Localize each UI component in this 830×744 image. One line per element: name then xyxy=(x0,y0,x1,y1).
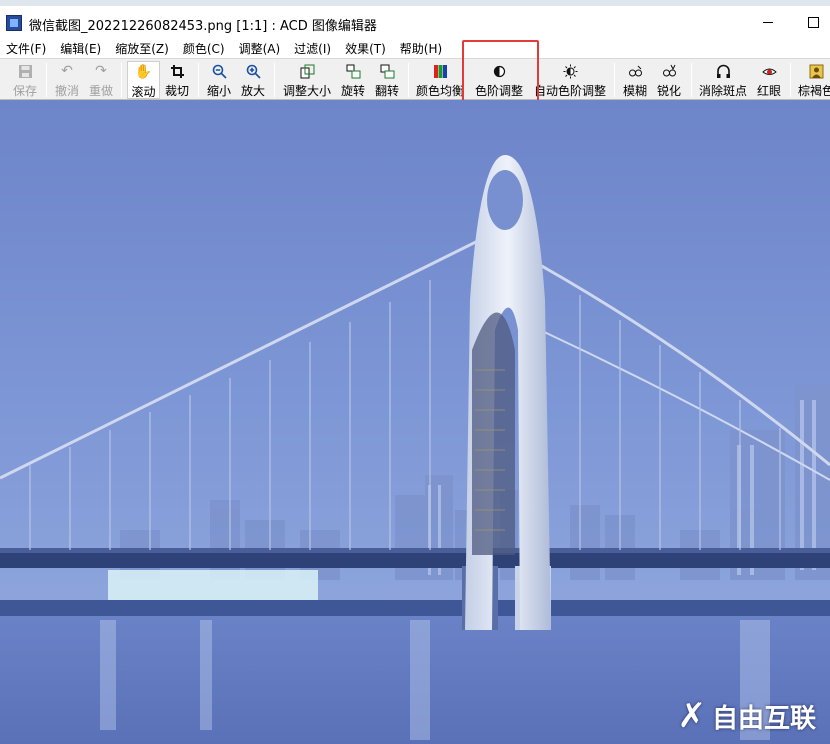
redo-button[interactable]: ↷ 重做 xyxy=(86,61,116,99)
red-eye-icon xyxy=(761,63,777,79)
zoom-out-button[interactable]: 缩小 xyxy=(204,61,234,99)
menu-help[interactable]: 帮助(H) xyxy=(394,40,450,57)
menu-color[interactable]: 颜色(C) xyxy=(177,40,233,57)
zoom-in-icon xyxy=(245,63,261,79)
save-button[interactable]: 保存 xyxy=(8,61,42,99)
levels-icon xyxy=(491,63,507,79)
zoom-in-button[interactable]: 放大 xyxy=(238,61,268,99)
flip-icon xyxy=(379,63,395,79)
hand-icon: ✋ xyxy=(134,64,153,80)
auto-levels-button[interactable]: 自动色阶调整 xyxy=(532,61,608,99)
levels-button[interactable]: 色阶调整 xyxy=(471,61,527,99)
sepia-button[interactable]: 棕褐色 xyxy=(796,61,830,99)
red-eye-button[interactable]: 红眼 xyxy=(754,61,784,99)
sharpen-icon xyxy=(661,63,677,79)
blur-icon xyxy=(627,63,643,79)
crop-icon xyxy=(169,63,185,79)
watermark-logo: ✗ 自由互联 xyxy=(677,696,816,736)
scroll-tool-button[interactable]: ✋ 滚动 xyxy=(127,61,160,99)
image-canvas[interactable]: ✗ 自由互联 xyxy=(0,100,830,744)
redo-icon: ↷ xyxy=(95,63,107,79)
remove-spots-button[interactable]: 消除斑点 xyxy=(697,61,749,99)
blur-button[interactable]: 模糊 xyxy=(620,61,650,99)
flip-button[interactable]: 翻转 xyxy=(372,61,402,99)
sharpen-button[interactable]: 锐化 xyxy=(654,61,684,99)
menu-adjust[interactable]: 调整(A) xyxy=(233,40,289,57)
menu-effects[interactable]: 效果(T) xyxy=(339,40,394,57)
app-icon xyxy=(6,15,22,31)
menu-file[interactable]: 文件(F) xyxy=(0,40,54,57)
save-icon xyxy=(17,63,33,79)
remove-spots-icon xyxy=(715,63,731,79)
title-bar: 微信截图_20221226082453.png [1:1] : ACD 图像编辑… xyxy=(0,6,830,38)
crop-tool-button[interactable]: 裁切 xyxy=(162,61,192,99)
auto-levels-icon xyxy=(562,63,578,79)
resize-icon xyxy=(299,63,315,79)
minimize-icon[interactable] xyxy=(754,10,782,34)
menu-bar: 文件(F) 编辑(E) 缩放至(Z) 颜色(C) 调整(A) 过滤(I) 效果(… xyxy=(0,38,830,58)
toolbar: 保存 ↶ 撤消 ↷ 重做 ✋ 滚动 裁切 缩小 放大 调整大小 旋转 翻转 颜色… xyxy=(0,58,830,100)
color-balance-icon xyxy=(432,63,448,79)
sepia-icon xyxy=(808,63,824,79)
watermark-x-icon: ✗ xyxy=(677,696,706,736)
color-balance-button[interactable]: 颜色均衡 xyxy=(414,61,466,99)
window-title: 微信截图_20221226082453.png [1:1] : ACD 图像编辑… xyxy=(29,19,377,34)
resize-button[interactable]: 调整大小 xyxy=(280,61,334,99)
rotate-button[interactable]: 旋转 xyxy=(338,61,368,99)
bridge-photo xyxy=(0,100,830,744)
rotate-icon xyxy=(345,63,361,79)
menu-edit[interactable]: 编辑(E) xyxy=(54,40,109,57)
maximize-icon[interactable] xyxy=(799,10,827,34)
menu-zoom-to[interactable]: 缩放至(Z) xyxy=(109,40,177,57)
undo-button[interactable]: ↶ 撤消 xyxy=(52,61,82,99)
menu-filter[interactable]: 过滤(I) xyxy=(288,40,339,57)
undo-icon: ↶ xyxy=(61,63,73,79)
zoom-out-icon xyxy=(211,63,227,79)
